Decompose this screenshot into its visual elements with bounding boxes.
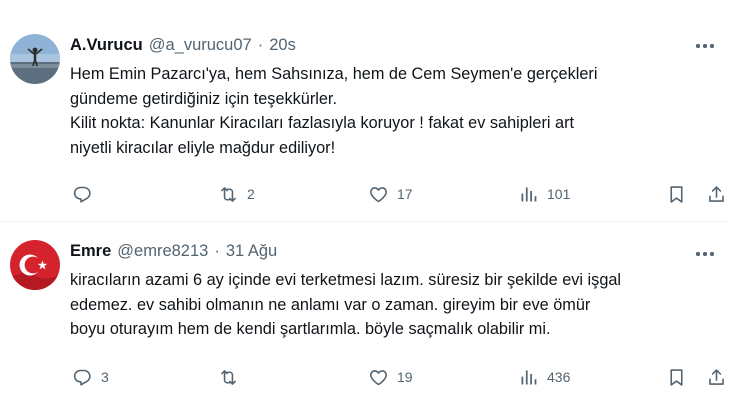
tweet-text-line: gündeme getirdiğiniz için teşekkürler. (70, 89, 337, 108)
tweet-text: kiracıların azami 6 ay içinde evi terket… (70, 268, 718, 342)
like-button[interactable]: 19 (368, 365, 413, 389)
reply-icon (73, 186, 91, 203)
heart-icon (370, 186, 387, 202)
reply-icon (73, 369, 91, 386)
tweet-text-line: Kilit nokta: Kanunlar Kiracıları fazlası… (70, 114, 575, 132)
retweet-button[interactable]: 2 (218, 182, 255, 206)
user-handle[interactable]: @a_vurucu07 (149, 36, 252, 55)
share-icon (709, 368, 724, 385)
separator: · (257, 36, 264, 54)
user-name[interactable]: Emre (70, 242, 111, 261)
more-options-icon[interactable] (694, 246, 716, 262)
tweet-header: Emre @emre8213 · 31 Ağu (70, 242, 277, 261)
timestamp[interactable]: 20s (269, 36, 296, 55)
analytics-icon (521, 370, 537, 384)
tweet-text-line: boyu oturayım hem de kendi şartlarımla. … (70, 320, 551, 338)
like-count: 17 (397, 186, 413, 202)
avatar[interactable] (10, 34, 60, 84)
landscape-person-avatar-icon (10, 34, 60, 84)
bookmark-button[interactable] (666, 365, 687, 389)
analytics-icon (521, 187, 537, 201)
bookmark-icon (670, 185, 683, 203)
tweet-header: A.Vurucu @a_vurucu07 · 20s (70, 36, 296, 55)
view-count: 436 (547, 369, 571, 385)
action-bar: 3 19 436 (70, 365, 724, 389)
retweet-button[interactable] (218, 365, 247, 389)
turkish-flag-avatar-icon (10, 240, 60, 290)
views-button[interactable]: 436 (518, 365, 570, 389)
reply-button[interactable]: 3 (72, 365, 109, 389)
share-button[interactable] (706, 182, 727, 206)
tweet-text-line: Hem Emin Pazarcı'ya, hem Sahsınıza, hem … (70, 65, 598, 83)
like-count: 19 (397, 369, 413, 385)
tweet-text: Hem Emin Pazarcı'ya, hem Sahsınıza, hem … (70, 62, 718, 160)
tweet[interactable]: Emre @emre8213 · 31 Ağu kiracıların azam… (0, 222, 730, 420)
tweet[interactable]: A.Vurucu @a_vurucu07 · 20s Hem Emin Paza… (0, 0, 730, 222)
tweet-text-line: kiracıların azami 6 ay içinde evi terket… (70, 271, 622, 289)
retweet-icon (221, 369, 236, 385)
avatar[interactable] (10, 240, 60, 290)
view-count: 101 (547, 186, 571, 202)
timestamp[interactable]: 31 Ağu (226, 242, 277, 261)
tweet-text-line: niyetli kiracılar eliyle mağdur ediliyor… (70, 138, 336, 157)
tweet-text-line: edemez. ev sahibi olmanın ne anlamı var … (70, 295, 591, 314)
action-bar: 2 17 101 (70, 182, 724, 206)
retweet-count: 2 (247, 186, 255, 202)
reply-count: 3 (101, 369, 109, 385)
retweet-icon (221, 186, 236, 202)
reply-button[interactable] (72, 182, 101, 206)
views-button[interactable]: 101 (518, 182, 570, 206)
share-button[interactable] (706, 365, 727, 389)
heart-icon (370, 369, 387, 385)
more-options-icon[interactable] (694, 38, 716, 54)
bookmark-button[interactable] (666, 182, 687, 206)
share-icon (709, 185, 724, 202)
user-handle[interactable]: @emre8213 (117, 242, 208, 261)
bookmark-icon (670, 368, 683, 386)
separator: · (214, 242, 220, 260)
user-name[interactable]: A.Vurucu (70, 36, 143, 55)
like-button[interactable]: 17 (368, 182, 413, 206)
